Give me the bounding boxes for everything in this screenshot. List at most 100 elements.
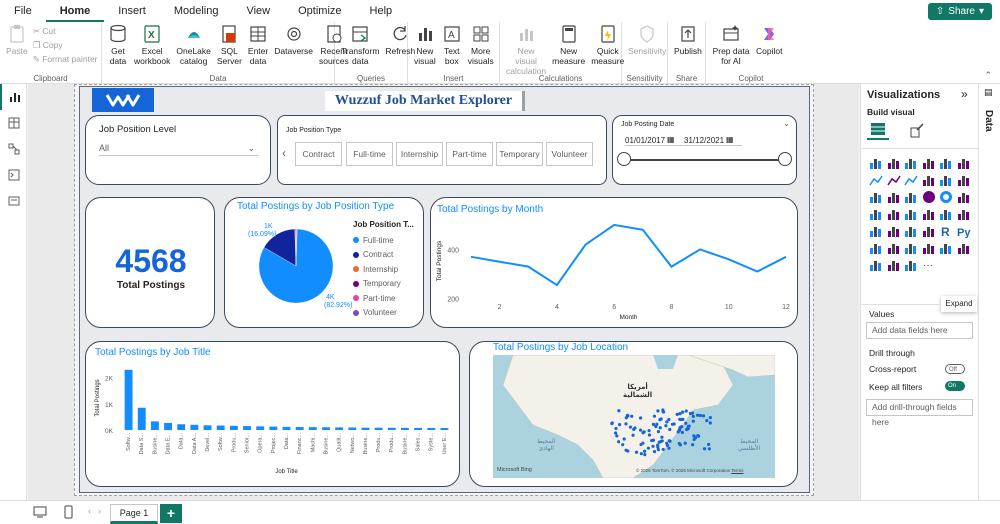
bar-19[interactable] [374,427,383,430]
dax-query-view-icon[interactable] [0,162,27,188]
r-visual-visual-icon[interactable]: R [939,224,953,239]
matrix-visual-icon[interactable] [922,224,936,238]
power-apps-visual-icon[interactable] [869,258,883,272]
narrative-visual-icon[interactable] [922,241,936,255]
page-tab-page-1[interactable]: Page 1 [110,504,158,524]
bar-3[interactable] [164,422,173,430]
add-page-button[interactable]: + [160,504,182,523]
bar-15[interactable] [322,427,330,430]
funnel-visual-icon[interactable] [887,190,901,204]
bar-8[interactable] [229,425,238,430]
chevron-down-icon[interactable]: ⌄ [783,119,790,128]
100-column-visual-icon[interactable] [957,156,971,170]
paginated-visual-icon[interactable] [939,241,953,255]
data-pane-collapsed[interactable]: ▤ Data [978,84,1000,500]
bar-20[interactable] [387,427,396,430]
python-visual-visual-icon[interactable]: Py [957,224,971,239]
stacked-bar-visual-icon[interactable] [869,156,883,170]
100-bar-visual-icon[interactable] [939,156,953,170]
bar-10[interactable] [256,426,265,430]
cut-button[interactable]: ✂ Cut [33,26,98,37]
chip-internship[interactable]: Internship [396,142,443,166]
chip-volunteer[interactable]: Volunteer [546,142,593,166]
menu-optimize[interactable]: Optimize [284,0,355,22]
pie-legend-item-contract[interactable]: Contract [353,248,401,263]
bar-18[interactable] [361,427,370,430]
line-column-visual-icon[interactable] [922,173,936,187]
cross-report-toggle[interactable]: Off [945,364,965,374]
shape-map-visual-icon[interactable] [904,207,918,221]
map-visual-icon[interactable] [869,207,883,221]
menu-insert[interactable]: Insert [104,0,160,22]
ribbon-visual-icon[interactable] [957,173,971,187]
pie-visual-icon[interactable] [922,190,936,204]
arcgis-visual-icon[interactable] [904,258,918,272]
line-stacked-column-visual-icon[interactable] [939,173,953,187]
chip-contract[interactable]: Contract [295,142,342,166]
menu-home[interactable]: Home [45,0,105,22]
treemap-visual-icon[interactable] [957,190,971,204]
bar-5[interactable] [190,424,199,430]
bar-7[interactable] [216,425,225,430]
desktop-layout-icon[interactable] [33,506,47,521]
slicer-visual-icon[interactable] [887,224,901,238]
pie-legend-item-volunteer[interactable]: Volunteer [353,306,401,321]
waterfall-visual-icon[interactable] [869,190,883,204]
pie-legend-item-part-time[interactable]: Part-time [353,291,401,306]
clustered-bar-visual-icon[interactable] [904,156,918,170]
format-painter-button[interactable]: ✎ Format painter [33,54,98,65]
menu-help[interactable]: Help [356,0,407,22]
previous-page-icon[interactable]: ‹ [88,506,91,516]
pie-legend-item-internship[interactable]: Internship [353,262,401,277]
range-end-handle[interactable] [778,152,792,166]
menu-file[interactable]: File [0,0,46,22]
bar-16[interactable] [335,427,344,430]
bar-11[interactable] [269,426,278,430]
map-view[interactable]: أمريكا الشمالية المحيط الهادئ المحيط الأطلس… [493,355,775,478]
bar-1[interactable] [137,407,146,430]
report-view-icon[interactable] [0,84,27,110]
build-visual-tab[interactable] [867,120,889,140]
table-visual-icon[interactable] [904,224,918,238]
range-start-handle[interactable] [617,152,631,166]
bar-9[interactable] [243,426,251,430]
bar-22[interactable] [414,427,423,430]
chip-part-time[interactable]: Part-time [446,142,493,166]
tmdl-view-icon[interactable] [0,188,27,214]
map-terms-link[interactable]: Terms [731,468,743,473]
chip-temporary[interactable]: Temporary [496,142,543,166]
format-visual-tab[interactable] [909,122,925,141]
bar-12[interactable] [282,426,291,430]
slicer-position-level[interactable]: Job Position Level All ⌄ [85,115,271,185]
drill-through-field-well[interactable]: Add drill-through fields here [866,399,973,427]
bar-4[interactable] [177,424,186,430]
gauge-visual-icon[interactable] [922,207,936,221]
menu-view[interactable]: View [232,0,284,22]
mobile-layout-icon[interactable] [64,505,73,522]
scatter-visual-icon[interactable] [904,190,918,204]
bar-17[interactable] [348,427,357,430]
pie-legend-item-full-time[interactable]: Full-time [353,233,401,248]
model-view-icon[interactable] [0,136,27,162]
chip-full-time[interactable]: Full-time [346,142,393,166]
bar-2[interactable] [150,421,159,430]
line-chart[interactable]: 200 400 2 4 6 8 10 12 Month Total Postings [431,198,799,329]
collapse-pane-icon[interactable]: » [961,87,968,101]
share-button[interactable]: ⇧ Share ▾ [927,3,992,20]
next-page-icon[interactable]: › [98,506,101,516]
position-level-dropdown[interactable]: All ⌄ [99,140,259,156]
bar-24[interactable] [440,428,449,430]
filled-map-visual-icon[interactable] [887,207,901,221]
stacked-column-visual-icon[interactable] [887,156,901,170]
donut-visual-icon[interactable] [939,190,953,204]
bar-14[interactable] [308,427,317,430]
menu-modeling[interactable]: Modeling [160,0,233,22]
clustered-column-visual-icon[interactable] [922,156,936,170]
key-influencers-visual-icon[interactable] [869,241,883,255]
pie-legend-item-temporary[interactable]: Temporary [353,277,401,292]
bar-21[interactable] [400,427,409,430]
card-visual-icon[interactable] [939,207,953,221]
more-visual-icon[interactable]: ··· [922,258,936,272]
bar-chart[interactable]: 0K 1K 2K Total Postings Softw... Data S... Bus… [86,342,461,488]
scroll-left-icon[interactable]: ‹ [282,146,286,160]
